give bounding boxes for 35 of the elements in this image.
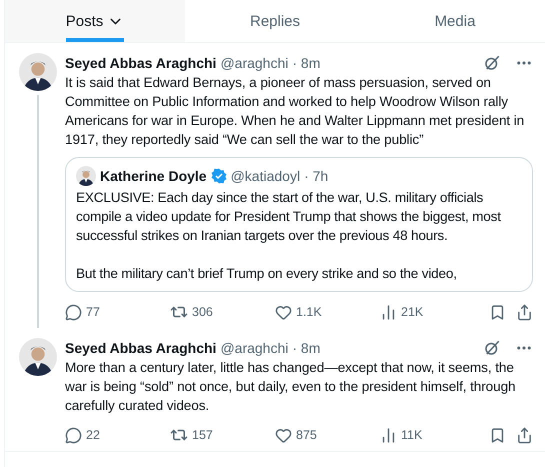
author-handle[interactable]: @araghchi <box>220 340 288 356</box>
heart-icon <box>275 426 292 444</box>
post-text: More than a century later, little has changed—except that now, it seems, the war is being “sold” not once, but daily, even to the president himself, through carefully curated videos. <box>65 359 517 415</box>
repost-button[interactable]: 306 <box>170 303 275 321</box>
quote-text: EXCLUSIVE: Each day since the start of the war, U.S. military officials compile a video update for President Trump that shows the biggest, most successful strikes on Iranian targets over the previous 48 hours. <box>76 189 502 245</box>
post-text: It is said that Edward Bernays, a pioneer of mass persuasion, served on Committee on Public Information and worked to help Woodrow Wilson rally Americans for war in Europe. When he and Walter Lippmann met president in 1917, they reportedly said “We can sell the war to the public” <box>65 74 526 149</box>
post-time[interactable]: · 8m <box>292 340 320 356</box>
slashed-circle-icon[interactable] <box>483 54 501 72</box>
repost-button[interactable]: 157 <box>170 426 275 444</box>
author-handle[interactable]: @katiadoyl <box>230 168 300 184</box>
bookmark-icon[interactable] <box>489 304 506 320</box>
quoted-post[interactable] <box>65 157 533 292</box>
bar-chart-icon <box>380 304 397 320</box>
share-icon[interactable] <box>516 426 533 444</box>
tab[interactable]: Posts <box>5 0 185 42</box>
author-name[interactable]: Seyed Abbas Araghchi <box>65 54 216 70</box>
bar-chart-icon <box>380 426 397 444</box>
like-button[interactable]: 1.1K <box>275 304 380 320</box>
reply-button[interactable]: 22 <box>65 426 170 444</box>
post-time[interactable]: · 8m <box>292 54 320 70</box>
bookmark-icon[interactable] <box>489 426 506 444</box>
like-button[interactable]: 875 <box>275 426 380 444</box>
speech-bubble-icon <box>65 304 82 320</box>
reply-button[interactable]: 77 <box>65 304 170 320</box>
post-time: · 7h <box>304 168 328 184</box>
author-handle[interactable]: @araghchi <box>220 54 288 70</box>
speech-bubble-icon <box>65 426 82 444</box>
views-button[interactable]: 21K <box>380 304 480 320</box>
author-name[interactable]: Seyed Abbas Araghchi <box>65 340 216 356</box>
quote-text: But the military can’t brief Trump on every strike and so the video, <box>76 265 458 283</box>
author-name[interactable]: Katherine Doyle <box>100 168 207 184</box>
slashed-circle-icon[interactable] <box>483 338 501 356</box>
views-button[interactable]: 11K <box>380 426 480 444</box>
share-icon[interactable] <box>516 304 533 320</box>
heart-icon <box>275 304 292 320</box>
